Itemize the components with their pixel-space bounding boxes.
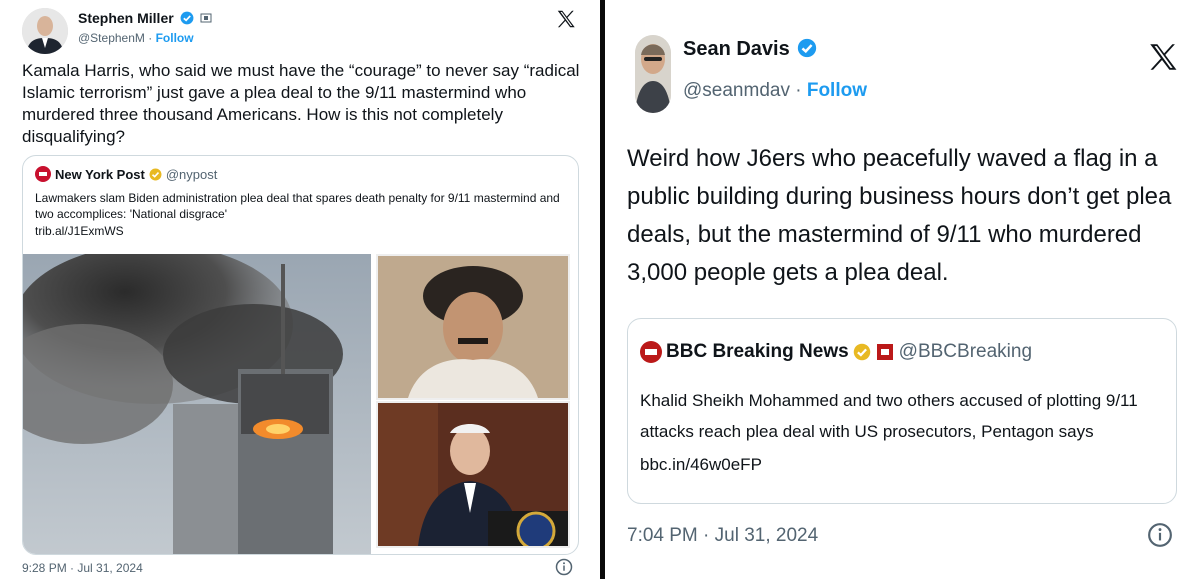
verified-badge-icon: [180, 11, 193, 25]
quoted-source-name[interactable]: New York Post: [55, 167, 145, 182]
left-tweet-card: Stephen Miller @StephenM · Follow Kamala…: [0, 0, 600, 579]
verified-badge-icon: [149, 168, 162, 180]
quoted-source-handle: @nypost: [165, 166, 218, 182]
author-name[interactable]: Sean Davis: [683, 38, 817, 61]
flag-badge-icon: [200, 13, 212, 23]
twin-towers-image[interactable]: [23, 254, 371, 554]
quoted-tweet-header: New York Post @nypost: [35, 166, 217, 182]
khalid-sheikh-mohammed-photo[interactable]: [376, 254, 570, 400]
x-logo-icon[interactable]: [1146, 40, 1180, 74]
info-icon[interactable]: [555, 558, 573, 576]
author-handle-text[interactable]: @StephenM: [78, 31, 145, 45]
verified-badge-icon: [853, 343, 870, 361]
bbc-square-icon: [876, 344, 893, 360]
quoted-tweet-card[interactable]: New York Post @nypost Lawmakers slam Bid…: [22, 155, 579, 555]
quoted-link[interactable]: bbc.in/46w0eFP: [640, 455, 762, 475]
sean-davis-avatar[interactable]: [635, 35, 671, 113]
quoted-source-handle: @BBCBreaking: [898, 341, 1033, 362]
verified-badge-icon: [798, 39, 817, 58]
quoted-source-name[interactable]: BBC Breaking News: [666, 341, 849, 363]
timestamp[interactable]: 7:04 PM · Jul 31, 2024: [627, 525, 818, 547]
quoted-link[interactable]: trib.al/J1ExmWS: [35, 224, 124, 238]
author-handle: @seanmdav · Follow: [683, 80, 867, 101]
x-logo-icon[interactable]: [555, 8, 577, 30]
quoted-text: Khalid Sheikh Mohammed and two others ac…: [640, 391, 1138, 441]
author-name-text[interactable]: Stephen Miller: [78, 10, 174, 26]
author-name-text[interactable]: Sean Davis: [683, 38, 790, 60]
quoted-tweet-card[interactable]: BBC Breaking News @BBCBreaking Khalid Sh…: [627, 318, 1177, 504]
author-name[interactable]: Stephen Miller: [78, 10, 213, 26]
quoted-tweet-header: BBC Breaking News @BBCBreaking: [640, 341, 1032, 363]
nypost-logo-icon: [35, 166, 51, 182]
bbc-news-logo-icon: [640, 341, 662, 363]
follow-button[interactable]: Follow: [156, 31, 194, 45]
tweet-text: Kamala Harris, who said we must have the…: [22, 61, 580, 146]
stephen-miller-avatar[interactable]: [22, 8, 68, 54]
tweet-text: Weird how J6ers who peacefully waved a f…: [627, 145, 1172, 286]
info-icon[interactable]: [1147, 522, 1173, 548]
right-tweet-card: Sean Davis @seanmdav · Follow Weird how …: [605, 0, 1200, 579]
biden-podium-photo[interactable]: [376, 401, 570, 548]
author-handle: @StephenM · Follow: [78, 31, 194, 45]
timestamp[interactable]: 9:28 PM · Jul 31, 2024: [22, 561, 143, 575]
quoted-headline: Lawmakers slam Biden administration plea…: [35, 191, 560, 221]
author-handle-text[interactable]: @seanmdav: [683, 80, 790, 101]
follow-button[interactable]: Follow: [807, 80, 867, 101]
